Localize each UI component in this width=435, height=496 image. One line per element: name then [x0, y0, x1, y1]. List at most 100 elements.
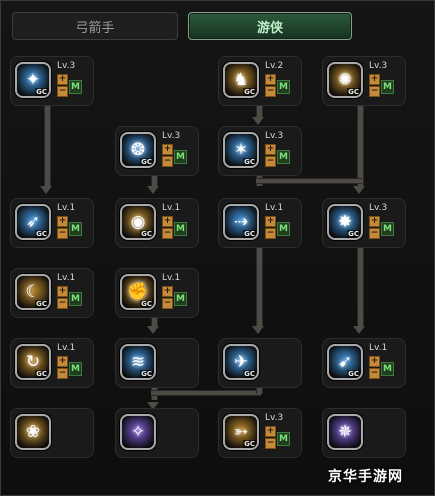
skill-slot-r3c3: ⇢ GC Lv.1 + − M — [218, 198, 302, 248]
master-button[interactable]: M — [69, 222, 82, 236]
tab-ranger[interactable]: 游侠 — [188, 12, 352, 40]
master-button[interactable]: M — [69, 80, 82, 94]
wings-shield-icon[interactable]: ❂ GC — [120, 132, 156, 168]
golden-coil-icon[interactable]: ❀ — [15, 414, 51, 450]
gc-badge: GC — [35, 370, 48, 378]
connector-arrow — [40, 186, 52, 194]
level-up-button[interactable]: + — [369, 356, 380, 367]
eye-sun-icon[interactable]: ◉ GC — [120, 204, 156, 240]
master-button[interactable]: M — [69, 362, 82, 376]
gc-badge: GC — [243, 440, 256, 448]
gc-badge: GC — [243, 88, 256, 96]
level-up-button[interactable]: + — [265, 216, 276, 227]
skill-slot-r2c3: ✶ GC Lv.3 + − M — [218, 126, 302, 176]
level-down-button[interactable]: − — [265, 228, 276, 239]
level-down-button[interactable]: − — [265, 438, 276, 449]
dash-figure-icon[interactable]: ⇢ GC — [223, 204, 259, 240]
master-button[interactable]: M — [277, 222, 290, 236]
runner-icon[interactable]: ✈ GC — [223, 344, 259, 380]
master-button[interactable]: M — [174, 292, 187, 306]
level-up-button[interactable]: + — [369, 74, 380, 85]
master-button[interactable]: M — [69, 292, 82, 306]
purple-storm-icon[interactable]: ✵ — [327, 414, 363, 450]
level-up-button[interactable]: + — [162, 286, 173, 297]
connector-line — [256, 178, 362, 184]
level-down-button[interactable]: − — [57, 86, 68, 97]
aim-shot-icon[interactable]: ➶ GC — [15, 204, 51, 240]
level-down-button[interactable]: − — [265, 86, 276, 97]
level-up-button[interactable]: + — [265, 144, 276, 155]
master-button[interactable]: M — [174, 222, 187, 236]
gc-badge: GC — [140, 158, 153, 166]
skill-level: Lv.3 — [265, 413, 284, 423]
skill-glyph: ✧ — [130, 422, 146, 442]
flying-kick-icon[interactable]: ➹ GC — [327, 344, 363, 380]
level-down-button[interactable]: − — [57, 298, 68, 309]
swirl-bird-icon[interactable]: ✦ GC — [15, 62, 51, 98]
spin-kick-icon[interactable]: ↻ GC — [15, 344, 51, 380]
connector-line — [151, 390, 261, 396]
level-up-button[interactable]: + — [57, 74, 68, 85]
skill-level: Lv.3 — [369, 61, 388, 71]
skill-level: Lv.1 — [265, 203, 284, 213]
skill-slot-r6c1: ❀ — [10, 408, 94, 458]
level-up-button[interactable]: + — [57, 216, 68, 227]
level-up-button[interactable]: + — [369, 216, 380, 227]
master-button[interactable]: M — [381, 80, 394, 94]
level-up-button[interactable]: + — [265, 426, 276, 437]
skill-slot-r1c4: ✺ GC Lv.3 + − M — [322, 56, 406, 106]
golden-bow-icon[interactable]: ➳ GC — [223, 414, 259, 450]
connector-line — [256, 104, 263, 118]
level-up-button[interactable]: + — [162, 144, 173, 155]
gc-badge: GC — [140, 230, 153, 238]
skill-slot-r3c1: ➶ GC Lv.1 + − M — [10, 198, 94, 248]
level-down-button[interactable]: − — [369, 228, 380, 239]
level-down-button[interactable]: − — [265, 156, 276, 167]
gc-badge: GC — [347, 88, 360, 96]
master-button[interactable]: M — [174, 150, 187, 164]
crescent-strike-icon[interactable]: ☾ GC — [15, 274, 51, 310]
master-button[interactable]: M — [277, 432, 290, 446]
master-button[interactable]: M — [381, 362, 394, 376]
level-down-button[interactable]: − — [57, 368, 68, 379]
purple-spark-icon[interactable]: ✧ — [120, 414, 156, 450]
skill-glyph: ❀ — [25, 422, 41, 442]
skill-level: Lv.2 — [265, 61, 284, 71]
connector-arrow — [252, 117, 264, 125]
skill-slot-r6c3: ➳ GC Lv.3 + − M — [218, 408, 302, 458]
fire-fist-icon[interactable]: ✊ GC — [120, 274, 156, 310]
master-button[interactable]: M — [277, 150, 290, 164]
golden-kick-icon[interactable]: ✺ GC — [327, 62, 363, 98]
star-burst-icon[interactable]: ✸ GC — [327, 204, 363, 240]
level-down-button[interactable]: − — [162, 228, 173, 239]
skill-slot-r3c2: ◉ GC Lv.1 + − M — [115, 198, 199, 248]
skill-slot-r4c1: ☾ GC Lv.1 + − M — [10, 268, 94, 318]
level-up-button[interactable]: + — [57, 356, 68, 367]
master-button[interactable]: M — [277, 80, 290, 94]
level-down-button[interactable]: − — [369, 86, 380, 97]
leaping-figure-icon[interactable]: ✶ GC — [223, 132, 259, 168]
level-down-button[interactable]: − — [369, 368, 380, 379]
gc-badge: GC — [347, 370, 360, 378]
level-down-button[interactable]: − — [162, 298, 173, 309]
skill-slot-r6c4: ✵ — [322, 408, 406, 458]
tab-archer[interactable]: 弓箭手 — [12, 12, 178, 40]
connector-arrow — [147, 186, 159, 194]
skill-level: Lv.3 — [162, 131, 181, 141]
skill-slot-r6c2: ✧ — [115, 408, 199, 458]
master-button[interactable]: M — [381, 222, 394, 236]
connector-line — [357, 246, 364, 326]
level-down-button[interactable]: − — [162, 156, 173, 167]
gc-badge: GC — [35, 230, 48, 238]
wind-slash-icon[interactable]: ≋ GC — [120, 344, 156, 380]
connector-line — [256, 246, 263, 326]
level-up-button[interactable]: + — [162, 216, 173, 227]
gc-badge: GC — [140, 300, 153, 308]
skill-level: Lv.3 — [57, 61, 76, 71]
level-up-button[interactable]: + — [265, 74, 276, 85]
level-up-button[interactable]: + — [57, 286, 68, 297]
archer-stance-icon[interactable]: ♞ GC — [223, 62, 259, 98]
level-down-button[interactable]: − — [57, 228, 68, 239]
skill-slot-r3c4: ✸ GC Lv.3 + − M — [322, 198, 406, 248]
connector-arrow — [147, 326, 159, 334]
